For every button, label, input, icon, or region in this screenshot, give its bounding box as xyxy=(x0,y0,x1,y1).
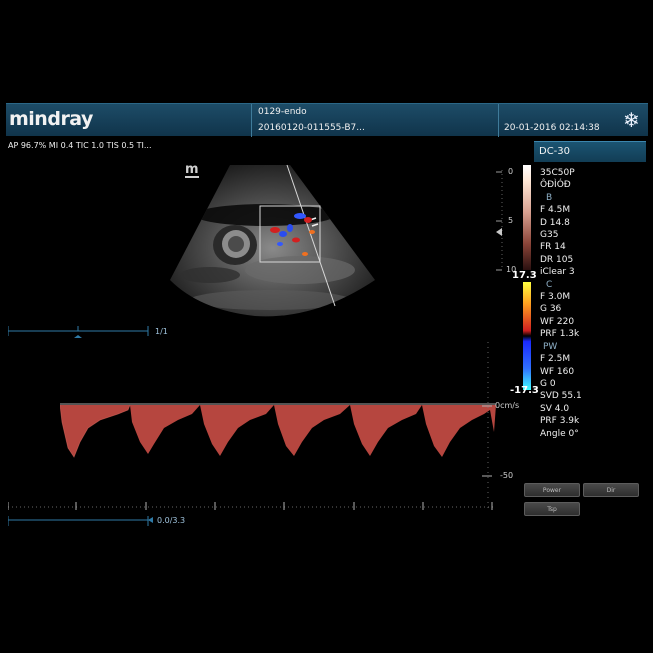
exam-id: 20160120-011555-B7... xyxy=(258,123,365,133)
ultrasound-image xyxy=(170,164,375,317)
pw-param: G 0 xyxy=(540,378,556,389)
probe-name: 35C50P xyxy=(540,168,575,178)
depth-label: 0 xyxy=(508,167,514,176)
spectrum-scrub-bar[interactable] xyxy=(8,514,158,528)
acoustic-params: AP 96.7% MI 0.4 TIC 1.0 TIS 0.5 TI... xyxy=(8,141,152,150)
c-param: G 36 xyxy=(540,304,562,315)
doppler-lower-label: -50 xyxy=(500,471,514,480)
b-param: DR 105 xyxy=(540,254,574,265)
tsp-button[interactable]: Tsp xyxy=(524,502,580,516)
time-position: 0.0/3.3 xyxy=(157,516,186,525)
pw-mode-header: PW xyxy=(543,341,558,352)
depth-label: 5 xyxy=(508,216,514,225)
header-bar: mindray 0129-endo 20160120-011555-B7... … xyxy=(6,103,648,137)
pw-param: SVD 55.1 xyxy=(540,391,582,402)
b-param: D 14.8 xyxy=(540,217,570,228)
b-mode-header: B xyxy=(546,192,553,203)
pw-param: WF 160 xyxy=(540,366,575,377)
power-button[interactable]: Power xyxy=(524,483,580,497)
preset-name: ÔĐÌÓĐ xyxy=(540,180,571,191)
b-param: iClear 3 xyxy=(540,267,575,278)
time-axis xyxy=(8,502,494,510)
brand-logo: mindray xyxy=(9,108,93,130)
doppler-baseline-label: 0cm/s xyxy=(495,401,520,410)
color-mode-header: C xyxy=(546,279,553,290)
snowflake-icon[interactable]: ❄ xyxy=(623,108,640,132)
c-param: F 3.0M xyxy=(540,292,571,303)
doppler-spectrum xyxy=(60,403,496,458)
color-bar-max: 17.3 xyxy=(512,270,537,281)
b-param: F 4.5M xyxy=(540,205,571,216)
pw-param: PRF 3.9k xyxy=(540,416,580,427)
mode-title: DC-30 xyxy=(534,141,646,162)
dir-button[interactable]: Dir xyxy=(583,483,639,497)
color-bar-min: -17.3 xyxy=(510,385,539,396)
c-param: WF 220 xyxy=(540,316,575,327)
pw-param: Angle 0° xyxy=(540,428,579,439)
cine-scrub-bar[interactable] xyxy=(8,322,158,338)
doppler-velocity-scale xyxy=(482,342,492,512)
frame-counter: 1/1 xyxy=(155,327,168,336)
header-divider xyxy=(251,104,252,137)
color-velocity-bar xyxy=(523,282,531,390)
patient-id: 0129-endo xyxy=(258,107,307,117)
header-divider xyxy=(498,104,499,137)
c-param: PRF 1.3k xyxy=(540,329,580,340)
grayscale-bar xyxy=(523,165,531,270)
exam-datetime: 20-01-2016 02:14:38 xyxy=(504,123,600,133)
b-param: FR 14 xyxy=(540,242,566,253)
pw-param: F 2.5M xyxy=(540,354,571,365)
b-param: G35 xyxy=(540,230,559,241)
mode-parameters: 35C50P ÔĐÌÓĐ B F 4.5M D 14.8 G35 FR 14 D… xyxy=(540,167,640,440)
pw-param: SV 4.0 xyxy=(540,403,570,414)
